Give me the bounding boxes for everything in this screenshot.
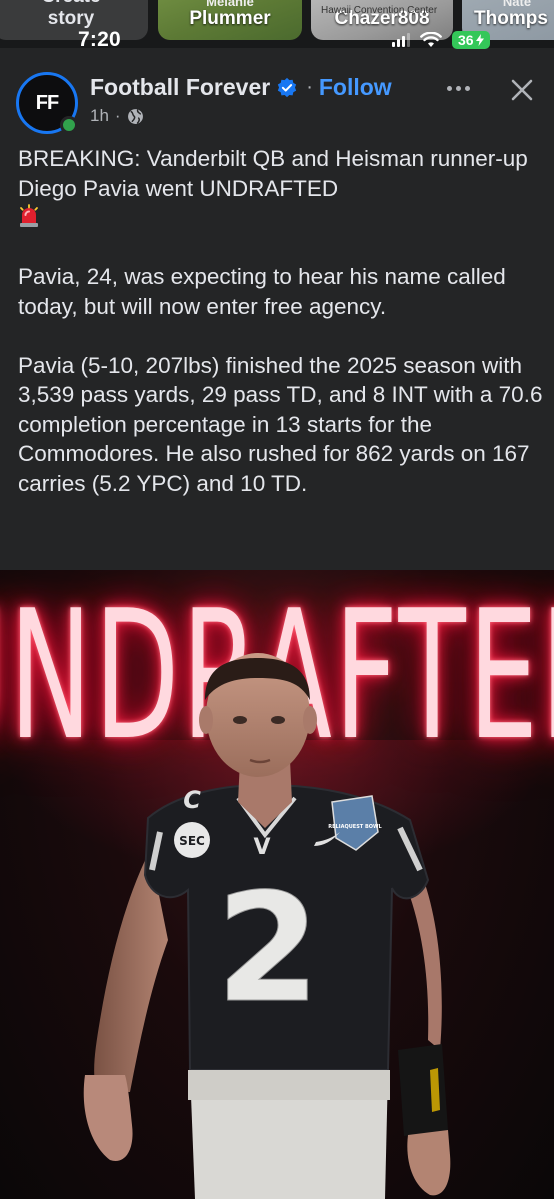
post-image[interactable]: UNDRAFTED 2 V bbox=[0, 570, 554, 1199]
page-avatar[interactable]: FF bbox=[16, 72, 78, 134]
status-time: 7:20 bbox=[78, 28, 121, 51]
story-name: Plummer bbox=[189, 8, 271, 29]
verified-badge-icon bbox=[278, 77, 297, 97]
globe-icon bbox=[127, 108, 143, 124]
story-name: Thomps bbox=[474, 8, 548, 29]
battery-indicator: 36 bbox=[452, 31, 490, 49]
post-paragraph-text: BREAKING: Vanderbilt QB and Heisman runn… bbox=[18, 146, 528, 201]
battery-level: 36 bbox=[458, 32, 474, 48]
story-cover-text: Nate bbox=[502, 0, 532, 9]
player-illustration: 2 V C SEC RELIAQUEST BOWL bbox=[83, 653, 451, 1199]
story-cover-text: Melanie bbox=[206, 0, 254, 9]
dot bbox=[446, 85, 452, 91]
siren-emoji-icon bbox=[20, 204, 38, 227]
screen: { "stories": [ {"name": "Create\nstory",… bbox=[0, 0, 554, 1199]
wifi-icon bbox=[420, 32, 442, 47]
post-meta: 1h · bbox=[90, 106, 144, 126]
sec-patch-text: SEC bbox=[179, 834, 205, 848]
post-time[interactable]: 1h bbox=[90, 106, 109, 126]
follow-button[interactable]: Follow bbox=[319, 74, 392, 101]
dot bbox=[464, 85, 470, 91]
post-paragraph: Pavia, 24, was expecting to hear his nam… bbox=[18, 264, 506, 319]
dot bbox=[455, 85, 461, 91]
post-author-line: Football Forever · Follow bbox=[90, 74, 392, 101]
online-status-dot bbox=[60, 116, 78, 134]
more-options-button[interactable] bbox=[443, 80, 473, 96]
charging-bolt-icon bbox=[475, 34, 484, 46]
post-body: BREAKING: Vanderbilt QB and Heisman runn… bbox=[18, 144, 546, 498]
post-paragraph: BREAKING: Vanderbilt QB and Heisman runn… bbox=[18, 144, 546, 233]
story-cover-text: Hawaii Convention Center bbox=[321, 5, 438, 16]
post-paragraph: Pavia (5-10, 207lbs) finished the 2025 s… bbox=[18, 352, 543, 496]
story-create[interactable]: Create story bbox=[0, 0, 148, 40]
separator-dot: · bbox=[306, 76, 313, 98]
captain-patch: C bbox=[183, 786, 201, 814]
close-icon[interactable] bbox=[508, 76, 536, 104]
jersey-number: 2 bbox=[216, 862, 320, 1036]
meta-separator: · bbox=[114, 106, 121, 125]
story-plummer[interactable]: Melanie Plummer bbox=[158, 0, 302, 40]
cellular-signal-icon bbox=[392, 33, 410, 47]
jersey-letter: V bbox=[253, 835, 270, 860]
author-name[interactable]: Football Forever bbox=[90, 74, 270, 101]
story-create-label: Create story bbox=[41, 0, 100, 29]
bowl-patch-text: RELIAQUEST BOWL bbox=[328, 824, 382, 830]
status-icons: 36 bbox=[392, 31, 490, 49]
